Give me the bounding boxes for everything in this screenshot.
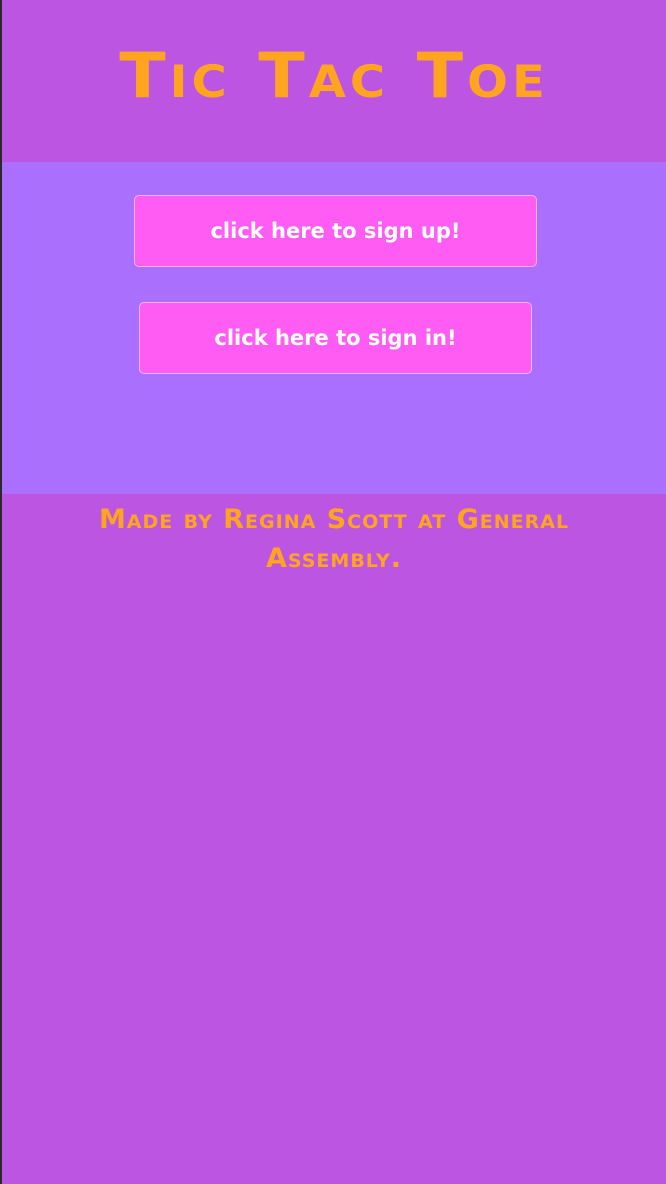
page-footer: Made by Regina Scott at General Assembly… bbox=[2, 494, 666, 605]
auth-panel: click here to sign up! click here to sig… bbox=[2, 162, 666, 494]
sign-in-button[interactable]: click here to sign in! bbox=[139, 302, 532, 374]
page-header: Tic Tac Toe bbox=[2, 0, 666, 162]
page-title: Tic Tac Toe bbox=[119, 40, 549, 113]
author-credit: Made by Regina Scott at General Assembly… bbox=[98, 504, 570, 574]
sign-up-button[interactable]: click here to sign up! bbox=[134, 195, 537, 267]
